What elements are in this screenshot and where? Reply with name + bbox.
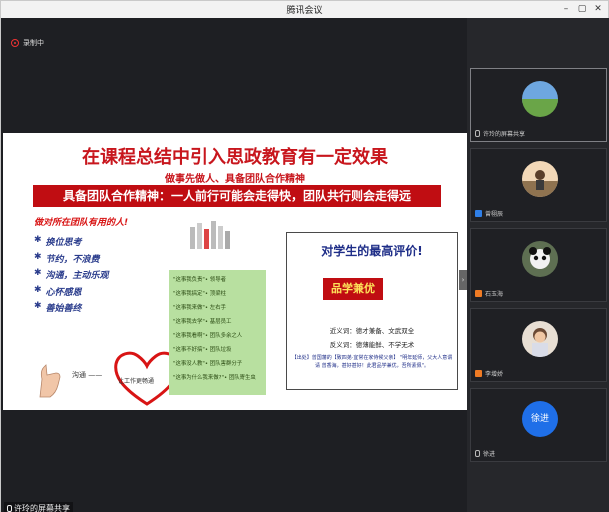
- list-item: "这事我负责"• 领导者: [173, 277, 226, 283]
- list-item: "这事我看啊"• 团队多余之人: [173, 333, 243, 339]
- window-title: 腾讯会议: [286, 6, 323, 16]
- card-near-synonyms: 近义词：德才兼备、文武双全: [329, 327, 415, 335]
- participant-tile[interactable]: 李增娇: [470, 308, 607, 382]
- slide-banner: 具备团队合作精神：一人前行可能会走得快，团队共行则会走得远: [33, 185, 441, 207]
- list-item: ✱ 心怀感恩: [34, 284, 82, 298]
- participant-tile[interactable]: 曾栩辰: [470, 148, 607, 222]
- team-figures-image: [190, 221, 230, 249]
- participant-tile[interactable]: 石玉海: [470, 228, 607, 302]
- participant-label: 徐进: [475, 449, 495, 458]
- list-item: ✱ 节约，不浪费: [34, 251, 100, 265]
- participant-label: 曾栩辰: [475, 209, 503, 218]
- avatar: [522, 161, 558, 197]
- left-heading: 做对所在团队有用的人!: [34, 218, 129, 228]
- left-list: ✱ 换位思考 ✱ 节约，不浪费 ✱ 沟通，主动乐观 ✱ 心怀感恩 ✱ 善始善终: [34, 235, 109, 318]
- card-badge: 品学兼优: [323, 278, 383, 300]
- presentation-slide: 在课程总结中引入思政教育有一定效果 做事先做人、具备团队合作精神 具备团队合作精…: [3, 133, 467, 410]
- left-panel: 做对所在团队有用的人! ✱ 换位思考 ✱ 节约，不浪费 ✱ 沟通，主动乐观 ✱ 心怀感恩…: [30, 213, 180, 406]
- chevron-right-icon[interactable]: ›: [459, 270, 467, 290]
- avatar: [522, 81, 558, 117]
- participant-tile[interactable]: 徐进 徐进: [470, 388, 607, 462]
- minimize-icon[interactable]: –: [558, 2, 574, 16]
- list-item: "这事我去学"• 基层员工: [173, 319, 232, 325]
- list-item: "这事我搞定"• 顶梁柱: [173, 291, 226, 297]
- mic-icon: [475, 370, 482, 377]
- recording-indicator[interactable]: 录制中: [11, 38, 44, 48]
- list-item: "这事我来做"• 左右手: [173, 305, 226, 311]
- record-icon: [11, 39, 19, 47]
- participant-sidebar: 许玲的屏幕共享 曾栩辰 石玉海 李增娇 徐进 徐进: [467, 18, 609, 512]
- list-item: ✱ 善始善终: [34, 301, 82, 314]
- green-list: "这事我负责"• 领导者 "这事我搞定"• 顶梁柱 "这事我来做"• 左右手 "…: [169, 270, 266, 388]
- shared-screen-area: 录制中 在课程总结中引入思政教育有一定效果 做事先做人、具备团队合作精神 具备团…: [1, 18, 467, 512]
- title-bar: 腾讯会议 – ▢ ✕: [1, 1, 608, 18]
- recording-label: 录制中: [23, 39, 44, 47]
- heart-caption: 让工作更畅通: [118, 378, 155, 385]
- list-item: "这事没人教"• 团队害群分子: [173, 361, 243, 367]
- slide-subtitle: 做事先做人、具备团队合作精神: [165, 174, 305, 185]
- maximize-icon[interactable]: ▢: [574, 2, 590, 16]
- close-icon[interactable]: ✕: [590, 2, 606, 16]
- list-item: ✱ 沟通，主动乐观: [34, 268, 109, 281]
- avatar: 徐进: [522, 401, 558, 437]
- avatar: [522, 321, 558, 357]
- card-antonyms: 反义词：德薄能鲜、不学无术: [329, 341, 415, 349]
- list-item: ✱ 换位思考: [34, 235, 82, 248]
- green-panel: "这事我负责"• 领导者 "这事我搞定"• 顶梁柱 "这事我来做"• 左右手 "…: [169, 270, 266, 395]
- mic-icon: [475, 290, 482, 297]
- card-title: 对学生的最高评价!: [321, 244, 423, 258]
- participant-tile[interactable]: 许玲的屏幕共享: [470, 68, 607, 142]
- app-window: 腾讯会议 – ▢ ✕ 录制中 在课程总结中引入思政教育有一定效果 做事先做人、具…: [0, 0, 609, 512]
- mic-icon: [7, 505, 12, 512]
- participant-label: 许玲的屏幕共享: [475, 129, 525, 138]
- slide-title: 在课程总结中引入思政教育有一定效果: [82, 147, 388, 168]
- list-item: "这事不好搞"• 团队垃圾: [173, 347, 232, 353]
- avatar: [522, 241, 558, 277]
- mic-icon: [475, 210, 482, 217]
- participant-label: 石玉海: [475, 289, 503, 298]
- evaluation-card: 对学生的最高评价! 品学兼优 近义词：德才兼备、文武双全 反义词：德薄能鲜、不学…: [286, 232, 458, 390]
- hand-gesture-image: [39, 364, 61, 398]
- goutong-label: 沟通 ——: [72, 371, 103, 379]
- card-quote: 【出处】曾国藩的【致四弟·宜常在家侍候父亲】 "明年延师，父大人意谓请 曾香海，…: [291, 355, 453, 369]
- mic-icon: [475, 450, 480, 457]
- participant-label: 李增娇: [475, 369, 503, 378]
- screen-share-label: 许玲的屏幕共享: [4, 502, 73, 512]
- mic-icon: [475, 130, 480, 137]
- list-item: "这事为什么我来做?"• 团队寄生虫: [173, 375, 256, 381]
